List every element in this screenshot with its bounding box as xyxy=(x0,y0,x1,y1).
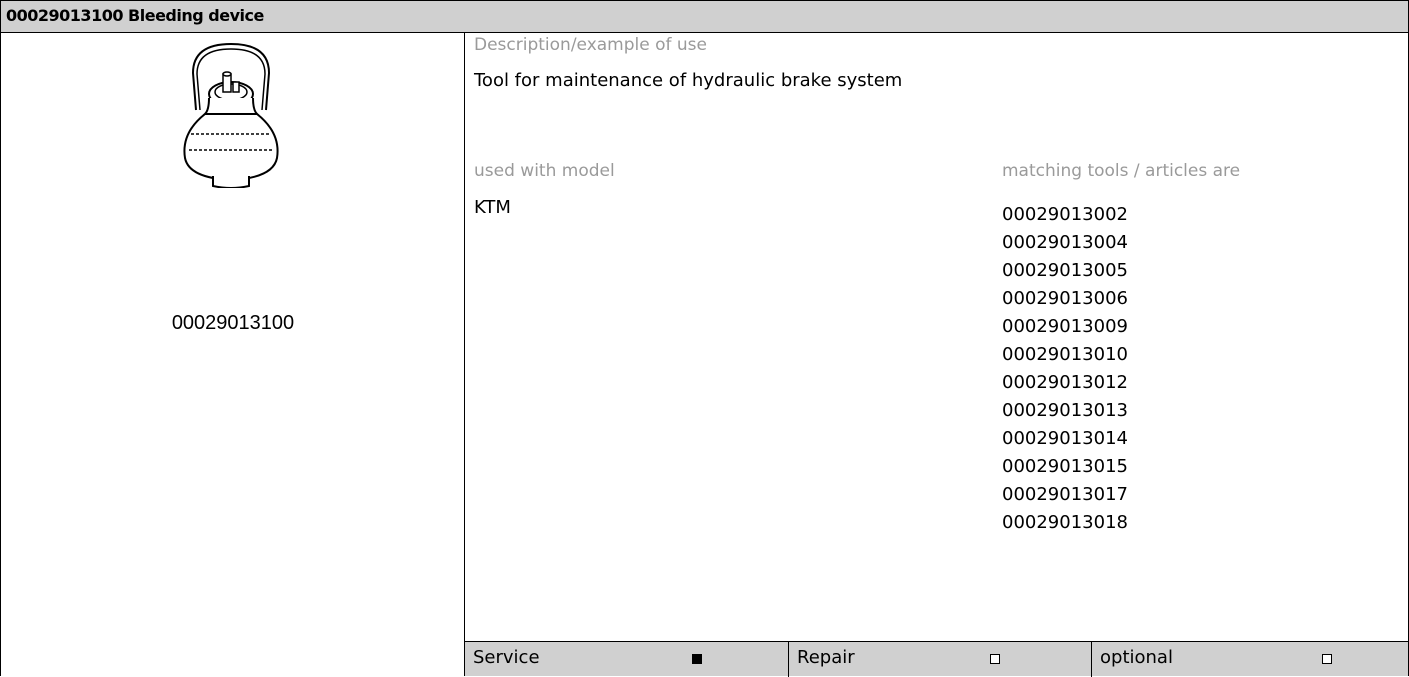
models-label: used with model xyxy=(474,161,615,181)
service-checkbox xyxy=(692,654,702,664)
repair-checkbox xyxy=(990,654,1000,664)
description-label: Description/example of use xyxy=(474,35,708,55)
bleeding-device-icon xyxy=(183,42,279,188)
tool-image-panel: 00029013100 xyxy=(1,33,465,676)
optional-label: optional xyxy=(1100,647,1173,668)
sheet-title: 00029013100 Bleeding device xyxy=(6,6,264,25)
usage-category-bar: Service Repair optional xyxy=(465,641,1408,677)
optional-category: optional xyxy=(1091,642,1408,677)
repair-label: Repair xyxy=(797,647,855,668)
sheet-header: 00029013100 Bleeding device xyxy=(1,0,1408,33)
matching-item: 00029013018 xyxy=(1002,512,1128,533)
repair-category: Repair xyxy=(788,642,1091,677)
matching-list: 00029013002 00029013004 00029013005 0002… xyxy=(1002,197,1128,540)
model-value: KTM xyxy=(474,197,511,218)
tool-sheet: 00029013100 Bleeding device 00029013100 … xyxy=(0,0,1409,677)
description-text: Tool for maintenance of hydraulic brake … xyxy=(474,70,903,91)
service-category: Service xyxy=(465,642,788,677)
optional-checkbox xyxy=(1322,654,1332,664)
tool-code-label: 00029013100 xyxy=(171,312,295,334)
service-label: Service xyxy=(473,647,540,668)
matching-label: matching tools / articles are xyxy=(1002,161,1241,181)
tool-details-panel: Description/example of use Tool for main… xyxy=(465,33,1408,676)
